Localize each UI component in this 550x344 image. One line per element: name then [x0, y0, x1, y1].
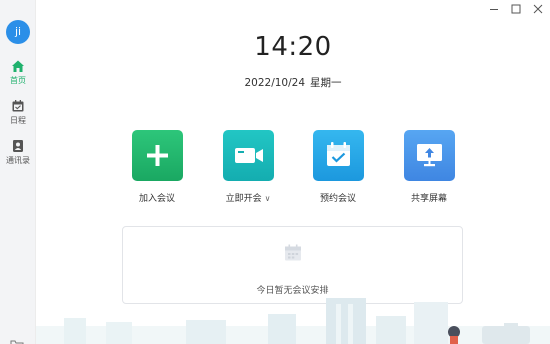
start-meeting-button[interactable]: 立即开会 ∨	[208, 130, 288, 204]
sidebar: ji 首页 日程 通讯录	[0, 0, 36, 344]
home-icon	[11, 58, 25, 72]
current-date: 2022/10/24 星期一	[36, 75, 550, 90]
minimize-icon[interactable]	[488, 3, 500, 15]
share-screen-button[interactable]: 共享屏幕	[389, 130, 469, 204]
agenda-empty-text: 今日暂无会议安排	[256, 286, 329, 296]
join-meeting-label: 加入会议	[138, 194, 175, 204]
sidebar-item-label: 首页	[10, 76, 26, 85]
calendar-icon	[11, 98, 25, 112]
current-time: 14:20	[254, 32, 332, 62]
contacts-icon	[11, 138, 25, 152]
calendar-icon	[283, 243, 303, 263]
weekday-text: 星期一	[310, 77, 342, 89]
sidebar-item-contacts[interactable]: 通讯录	[0, 138, 36, 166]
start-meeting-label-wrap: 立即开会 ∨	[208, 191, 288, 204]
folder-icon[interactable]	[10, 334, 24, 344]
close-icon[interactable]	[532, 3, 544, 15]
plus-icon	[131, 130, 183, 181]
share-screen-label: 共享屏幕	[410, 194, 447, 204]
agenda-panel: 今日暂无会议安排	[122, 226, 463, 304]
schedule-meeting-button[interactable]: 预约会议	[298, 130, 378, 204]
chevron-down-icon[interactable]: ∨	[265, 194, 271, 203]
screen-share-icon	[403, 130, 455, 181]
maximize-icon[interactable]	[510, 3, 522, 15]
sidebar-item-label: 通讯录	[6, 156, 30, 165]
schedule-meeting-label: 预约会议	[319, 194, 356, 204]
start-meeting-label: 立即开会	[225, 194, 262, 204]
video-camera-icon	[222, 130, 274, 181]
background-illustration	[36, 296, 550, 344]
avatar[interactable]: ji	[6, 20, 30, 44]
date-text: 2022/10/24	[244, 77, 306, 89]
sidebar-item-label: 日程	[10, 116, 26, 125]
sidebar-item-home[interactable]: 首页	[0, 58, 36, 86]
sidebar-item-schedule[interactable]: 日程	[0, 98, 36, 126]
calendar-check-icon	[312, 130, 364, 181]
join-meeting-button[interactable]: 加入会议	[117, 130, 197, 204]
